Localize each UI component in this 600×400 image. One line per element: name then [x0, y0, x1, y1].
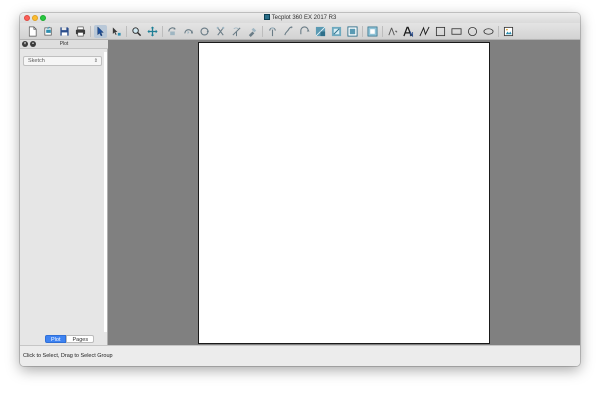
text-tool-button[interactable]: [402, 25, 415, 38]
sidebar-tabs: Plot Pages: [45, 335, 95, 343]
iso-surface-tool-button[interactable]: [314, 25, 327, 38]
tab-plot[interactable]: Plot: [45, 335, 67, 343]
slice-icon: [300, 26, 310, 35]
zone-tool-button[interactable]: [346, 25, 359, 38]
probe-icon: [248, 27, 257, 37]
toolbar-separator: [362, 26, 363, 37]
contour-icon: [269, 27, 276, 37]
open-layout-button[interactable]: [42, 25, 55, 38]
rotate-3d-icon: [168, 27, 176, 36]
rotate-spherical-icon: [184, 29, 194, 35]
print-icon: [75, 26, 86, 37]
extract-tool-button[interactable]: [330, 25, 343, 38]
status-text: Click to Select, Drag to Select Group: [23, 353, 113, 359]
print-button[interactable]: [74, 25, 87, 38]
save-layout-icon: [60, 27, 69, 36]
rotate-about-axis-icon: [232, 27, 241, 37]
sidebar-header: × • Plot: [20, 40, 108, 49]
toolbar-separator: [262, 26, 263, 37]
image-icon: [503, 26, 514, 37]
toolbar-separator: [90, 26, 91, 37]
zoom-icon: [132, 27, 142, 37]
blanking-icon: [367, 26, 378, 37]
zoom-tool-button[interactable]: [130, 25, 143, 38]
plot-type-value: Sketch: [28, 58, 45, 64]
streamtrace-tool-button[interactable]: [282, 25, 295, 38]
rotate-twist-icon: [216, 26, 225, 36]
rectangle-tool-button[interactable]: [450, 25, 463, 38]
open-layout-icon: [44, 26, 52, 36]
toolbar-separator: [498, 26, 499, 37]
rotate-rollerball-button[interactable]: [198, 25, 211, 38]
adjustor-tool-button[interactable]: [110, 25, 123, 38]
toolbar-separator: [382, 26, 383, 37]
window-title: Tecplot 360 EX 2017 R3: [271, 15, 337, 21]
rotate-rollerball-icon: [200, 27, 209, 36]
title-bar: Tecplot 360 EX 2017 R3: [20, 13, 580, 23]
plot-workspace[interactable]: [108, 40, 580, 345]
polyline-icon: [419, 26, 430, 37]
sidebar-title: Plot: [59, 41, 69, 47]
main-toolbar: [20, 23, 580, 40]
rotate-twist-button[interactable]: [214, 25, 227, 38]
app-window: Tecplot 360 EX 2017 R3 × • Plot Sketch ⇕…: [20, 13, 580, 366]
iso-surface-icon: [315, 26, 326, 37]
image-tool-button[interactable]: [502, 25, 515, 38]
ellipse-tool-button[interactable]: [482, 25, 495, 38]
polyline-tool-button[interactable]: [418, 25, 431, 38]
toolbar-separator: [162, 26, 163, 37]
translate-tool-button[interactable]: [146, 25, 159, 38]
translate-icon: [147, 26, 158, 37]
streamtrace-icon: [284, 26, 293, 36]
toolbar-separator: [126, 26, 127, 37]
ellipse-icon: [483, 28, 494, 35]
new-layout-button[interactable]: [26, 25, 39, 38]
window-title-container: Tecplot 360 EX 2017 R3: [20, 14, 580, 22]
sidebar-panel: × • Plot Sketch ⇕ Plot Pages: [20, 40, 108, 345]
circle-icon: [467, 26, 478, 37]
square-icon: [435, 26, 446, 37]
paper-page[interactable]: [198, 42, 490, 344]
new-layout-icon: [28, 26, 37, 37]
app-icon: [263, 14, 270, 20]
zone-icon: [347, 26, 358, 37]
tab-pages[interactable]: Pages: [66, 335, 95, 343]
updown-chevron-icon: ⇕: [93, 58, 98, 64]
adjustor-icon: [112, 27, 121, 36]
selector-icon: [97, 26, 104, 37]
blanking-tool-button[interactable]: [366, 25, 379, 38]
sidebar-scrollbar[interactable]: [104, 52, 107, 332]
circle-tool-button[interactable]: [466, 25, 479, 38]
status-bar: Click to Select, Drag to Select Group: [20, 345, 580, 366]
probe-tool-button[interactable]: [246, 25, 259, 38]
axis-icon: [388, 27, 398, 36]
rotate-about-axis-button[interactable]: [230, 25, 243, 38]
rotate-3d-button[interactable]: [166, 25, 179, 38]
rectangle-icon: [451, 28, 462, 35]
rotate-spherical-button[interactable]: [182, 25, 195, 38]
axis-tool-button[interactable]: [386, 25, 399, 38]
square-tool-button[interactable]: [434, 25, 447, 38]
plot-type-select[interactable]: Sketch ⇕: [23, 56, 102, 66]
selector-tool-button[interactable]: [94, 25, 107, 38]
text-icon: [403, 26, 414, 37]
slice-tool-button[interactable]: [298, 25, 311, 38]
contour-tool-button[interactable]: [266, 25, 279, 38]
save-layout-button[interactable]: [58, 25, 71, 38]
extract-icon: [331, 26, 342, 37]
